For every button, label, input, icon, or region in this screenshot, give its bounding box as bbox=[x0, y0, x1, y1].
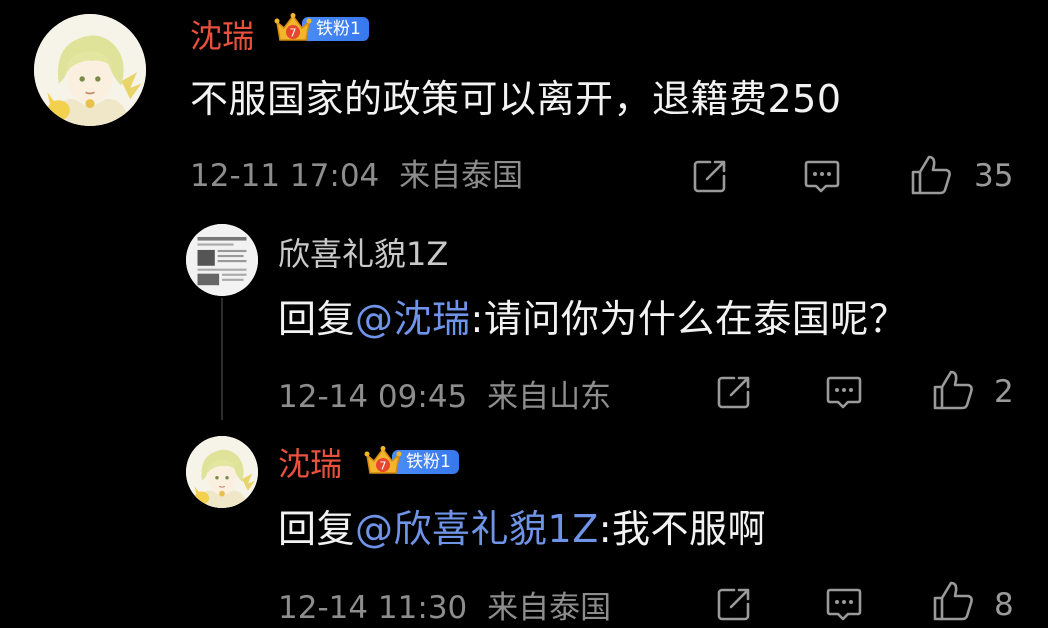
reply-button[interactable] bbox=[802, 156, 842, 196]
comment-meta: 12-14 11:30 来自泰国 bbox=[278, 593, 611, 624]
location: 来自山东 bbox=[487, 379, 612, 415]
username[interactable]: 欣喜礼貌1Z bbox=[278, 238, 448, 270]
like-button[interactable] bbox=[930, 367, 976, 413]
crown-icon: 7 bbox=[364, 445, 402, 479]
news-screenshot-avatar-icon bbox=[186, 224, 258, 296]
fan-badge[interactable]: 7 铁粉1 bbox=[364, 445, 459, 479]
location: 来自泰国 bbox=[399, 158, 524, 194]
like-button[interactable] bbox=[930, 578, 976, 624]
username[interactable]: 沈瑞 bbox=[278, 448, 342, 480]
share-button[interactable] bbox=[714, 584, 754, 624]
thread-connector bbox=[221, 298, 223, 420]
comment-meta: 12-11 17:04 来自泰国 bbox=[190, 161, 523, 192]
username[interactable]: 沈瑞 bbox=[190, 20, 254, 52]
fan-badge[interactable]: 7 铁粉1 bbox=[274, 12, 369, 46]
avatar[interactable] bbox=[186, 436, 258, 508]
anime-avatar-icon bbox=[186, 436, 258, 508]
like-count: 8 bbox=[994, 587, 1014, 623]
reply-prefix: 回复 bbox=[278, 297, 356, 341]
location: 来自泰国 bbox=[487, 590, 612, 626]
crown-icon: 7 bbox=[274, 12, 312, 46]
reply-body: :我不服啊 bbox=[598, 507, 767, 551]
timestamp: 12-11 17:04 bbox=[190, 158, 380, 194]
comment-icon bbox=[826, 588, 862, 621]
reply-text: 回复@沈瑞:请问你为什么在泰国呢？ bbox=[278, 300, 907, 338]
like-button[interactable] bbox=[908, 152, 954, 198]
comment-icon bbox=[826, 376, 862, 409]
timestamp: 12-14 09:45 bbox=[278, 379, 468, 415]
thumbs-up-icon bbox=[933, 581, 973, 621]
like-count: 35 bbox=[974, 158, 1014, 194]
comment-icon bbox=[804, 160, 840, 193]
mention-link[interactable]: @欣喜礼貌1Z bbox=[355, 507, 599, 551]
reply-text: 回复@欣喜礼貌1Z:我不服啊 bbox=[278, 510, 766, 548]
comment-thread: 沈瑞 7 铁粉1 不服国家的政策可以离开，退籍费250 12-11 17:04 … bbox=[0, 0, 1048, 628]
avatar[interactable] bbox=[34, 14, 146, 126]
thumbs-up-icon bbox=[933, 370, 973, 410]
reply-body: :请问你为什么在泰国呢？ bbox=[470, 297, 908, 341]
avatar[interactable] bbox=[186, 224, 258, 296]
badge-label: 铁粉1 bbox=[392, 450, 459, 474]
thumbs-up-icon bbox=[911, 155, 951, 195]
mention-link[interactable]: @沈瑞 bbox=[355, 297, 471, 341]
badge-label: 铁粉1 bbox=[302, 17, 369, 41]
anime-avatar-icon bbox=[34, 14, 146, 126]
svg-text:7: 7 bbox=[380, 460, 387, 473]
share-button[interactable] bbox=[690, 156, 730, 196]
like-count: 2 bbox=[994, 374, 1014, 410]
share-button[interactable] bbox=[714, 372, 754, 412]
share-icon bbox=[717, 588, 750, 621]
comment-text: 不服国家的政策可以离开，退籍费250 bbox=[190, 77, 842, 121]
comment-meta: 12-14 09:45 来自山东 bbox=[278, 382, 611, 413]
share-icon bbox=[693, 160, 726, 193]
reply-button[interactable] bbox=[824, 372, 864, 412]
reply-button[interactable] bbox=[824, 584, 864, 624]
share-icon bbox=[717, 376, 750, 409]
timestamp: 12-14 11:30 bbox=[278, 590, 468, 626]
svg-text:7: 7 bbox=[290, 27, 297, 40]
reply-prefix: 回复 bbox=[278, 507, 356, 551]
